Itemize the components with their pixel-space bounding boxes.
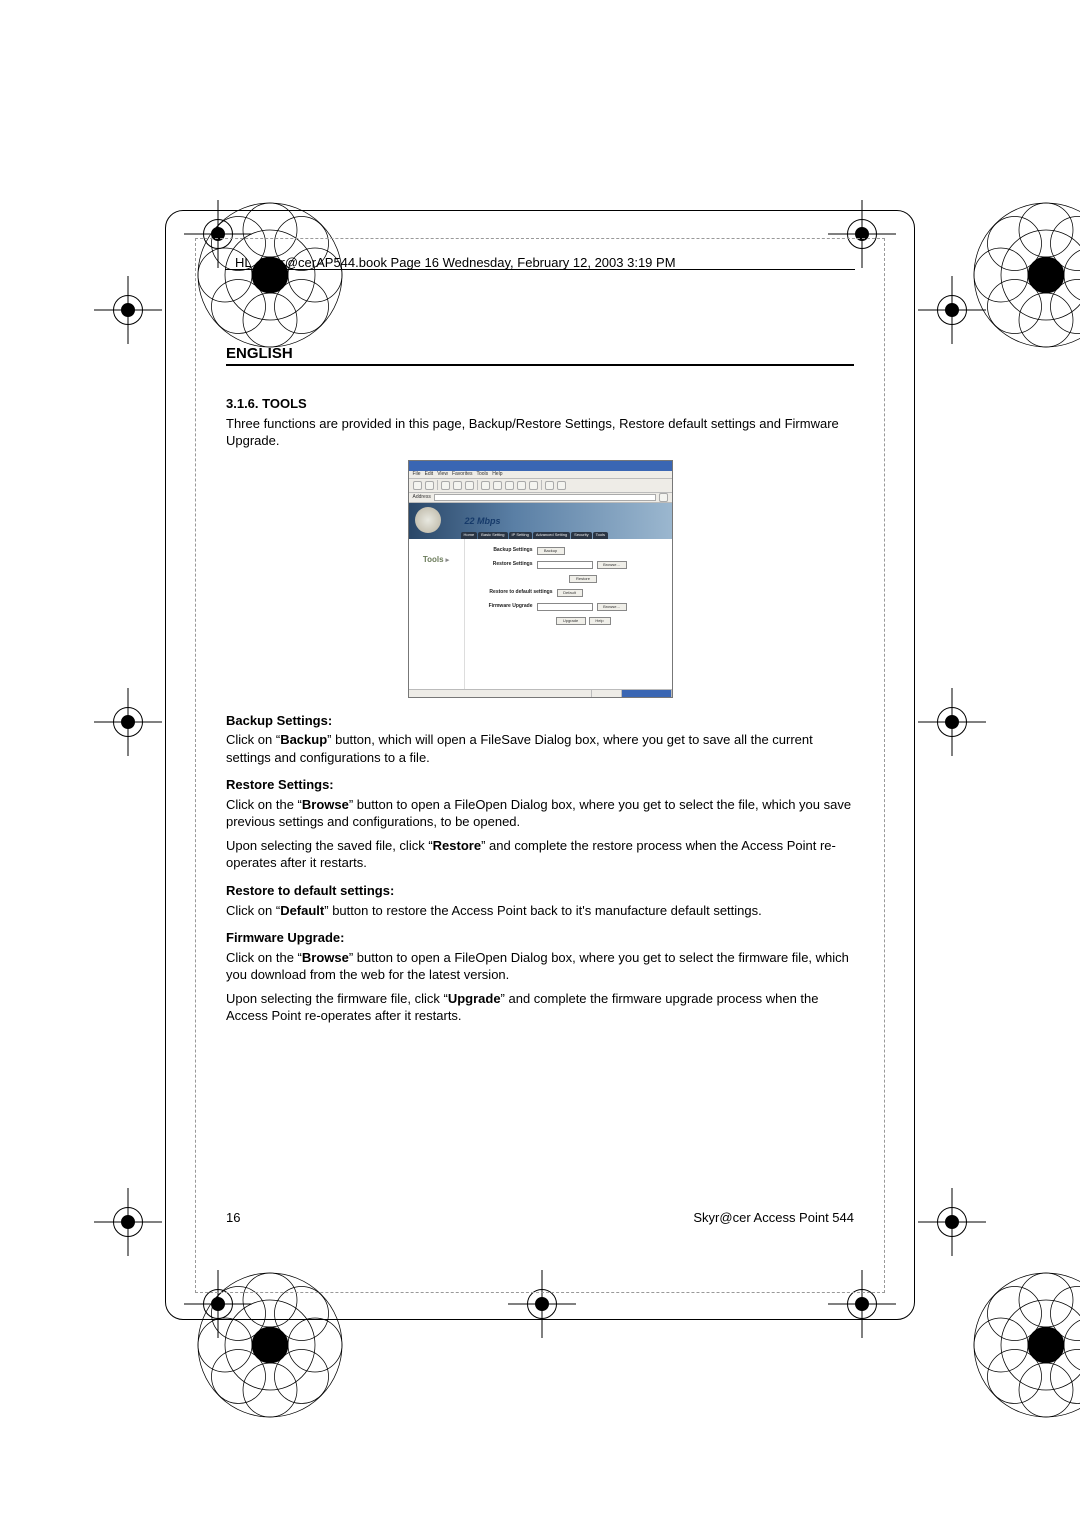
restore-file-input[interactable] bbox=[537, 561, 593, 569]
backup-text: Click on “Backup” button, which will ope… bbox=[226, 731, 854, 766]
backup-heading: Backup Settings: bbox=[226, 712, 854, 730]
upgrade-button[interactable]: Upgrade bbox=[556, 617, 586, 625]
backup-button[interactable]: Backup bbox=[537, 547, 565, 555]
page-number: 16 bbox=[226, 1210, 240, 1225]
intro-text: Three functions are provided in this pag… bbox=[226, 415, 854, 450]
crop-mark-icon bbox=[106, 1200, 150, 1244]
brand-text: 22 Mbps bbox=[465, 515, 501, 527]
logo-icon bbox=[415, 507, 441, 533]
window-titlebar bbox=[409, 461, 672, 471]
page-content: 3.1.6. TOOLS Three functions are provide… bbox=[226, 395, 854, 1035]
restore-text-2: Upon selecting the saved file, click “Re… bbox=[226, 837, 854, 872]
restore-heading: Restore Settings: bbox=[226, 776, 854, 794]
footer-product: Skyr@cer Access Point 544 bbox=[693, 1210, 854, 1225]
crop-mark-icon bbox=[930, 700, 974, 744]
banner: 22 Mbps Home Basic Setting IP Setting Ad… bbox=[409, 503, 672, 539]
default-text: Click on “Default” button to restore the… bbox=[226, 902, 854, 920]
default-button[interactable]: Default bbox=[557, 589, 583, 597]
address-bar: Address bbox=[409, 493, 672, 503]
firmware-text-2: Upon selecting the firmware file, click … bbox=[226, 990, 854, 1025]
menubar: File Edit View Favorites Tools Help bbox=[409, 471, 672, 479]
side-label: Tools▸ bbox=[409, 539, 465, 689]
browse-button[interactable]: Browse... bbox=[597, 603, 627, 611]
language-heading: ENGLISH bbox=[226, 345, 854, 366]
crop-mark-icon bbox=[106, 288, 150, 332]
menu-item: Help bbox=[492, 471, 502, 478]
status-bar bbox=[409, 689, 672, 697]
menu-item: File bbox=[413, 471, 421, 478]
crop-mark-icon bbox=[930, 288, 974, 332]
restore-text-1: Click on the “Browse” button to open a F… bbox=[226, 796, 854, 831]
menu-item: Tools bbox=[477, 471, 489, 478]
menu-item: Edit bbox=[425, 471, 434, 478]
crop-mark-icon bbox=[930, 1200, 974, 1244]
tools-screenshot: File Edit View Favorites Tools Help Addr… bbox=[408, 460, 673, 698]
toolbar bbox=[409, 479, 672, 493]
page-header: HL_Skyr@cerAP544.book Page 16 Wednesday,… bbox=[235, 255, 676, 270]
menu-item: View bbox=[437, 471, 448, 478]
menu-item: Favorites bbox=[452, 471, 473, 478]
firmware-heading: Firmware Upgrade: bbox=[226, 929, 854, 947]
section-heading: 3.1.6. TOOLS bbox=[226, 395, 854, 413]
firmware-file-input[interactable] bbox=[537, 603, 593, 611]
tools-panel: Backup SettingsBackup Restore SettingsBr… bbox=[465, 539, 672, 689]
firmware-text-1: Click on the “Browse” button to open a F… bbox=[226, 949, 854, 984]
browse-button[interactable]: Browse... bbox=[597, 561, 627, 569]
header-rule bbox=[225, 269, 855, 270]
help-button[interactable]: Help bbox=[589, 617, 611, 625]
crop-mark-icon bbox=[106, 700, 150, 744]
restore-button[interactable]: Restore bbox=[569, 575, 597, 583]
default-heading: Restore to default settings: bbox=[226, 882, 854, 900]
nav-tabs: Home Basic Setting IP Setting Advanced S… bbox=[461, 532, 608, 539]
